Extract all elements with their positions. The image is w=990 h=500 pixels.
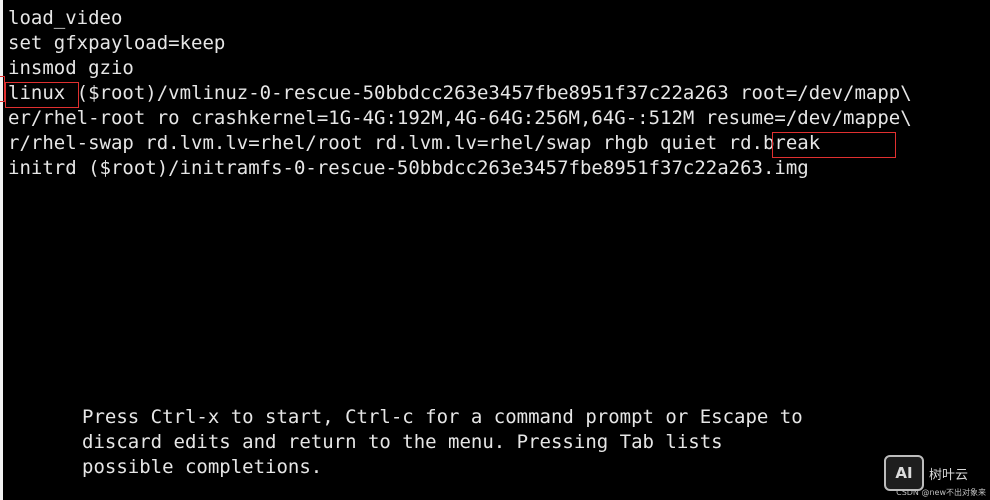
editor-line-insmod[interactable]: insmod gzio [8, 56, 983, 81]
help-line-1: Press Ctrl-x to start, Ctrl-c for a comm… [82, 406, 803, 428]
editor-line-kernel-args-cont-1[interactable]: er/rhel-root ro crashkernel=1G-4G:192M,4… [8, 106, 983, 131]
editor-line-kernel-args-cont-2[interactable]: r/rhel-swap rd.lvm.lv=rhel/root rd.lvm.l… [8, 131, 983, 156]
watermark-brand: 树叶云 [929, 467, 969, 483]
editor-help-text: Press Ctrl-x to start, Ctrl-c for a comm… [82, 405, 902, 480]
help-line-3: possible completions. [82, 456, 323, 478]
help-line-2: discard edits and return to the menu. Pr… [82, 431, 723, 453]
editor-line-initrd[interactable]: initrd ($root)/initramfs-0-rescue-50bbdc… [8, 156, 983, 181]
ai-logo-icon: AI [884, 455, 924, 491]
screen-left-edge [0, 0, 3, 500]
cursor-marker [0, 76, 5, 102]
editor-line-load-video[interactable]: load_video [8, 6, 983, 31]
editor-line-gfxpayload[interactable]: set gfxpayload=keep [8, 31, 983, 56]
watermark-credit: CSDN @new不出对象来 [896, 488, 986, 497]
grub-boot-entry-editor[interactable]: load_video set gfxpayload=keep insmod gz… [5, 6, 983, 181]
watermark-text: 树叶云 [929, 464, 968, 483]
editor-line-linux-kernel[interactable]: linux ($root)/vmlinuz-0-rescue-50bbdcc26… [8, 81, 983, 106]
